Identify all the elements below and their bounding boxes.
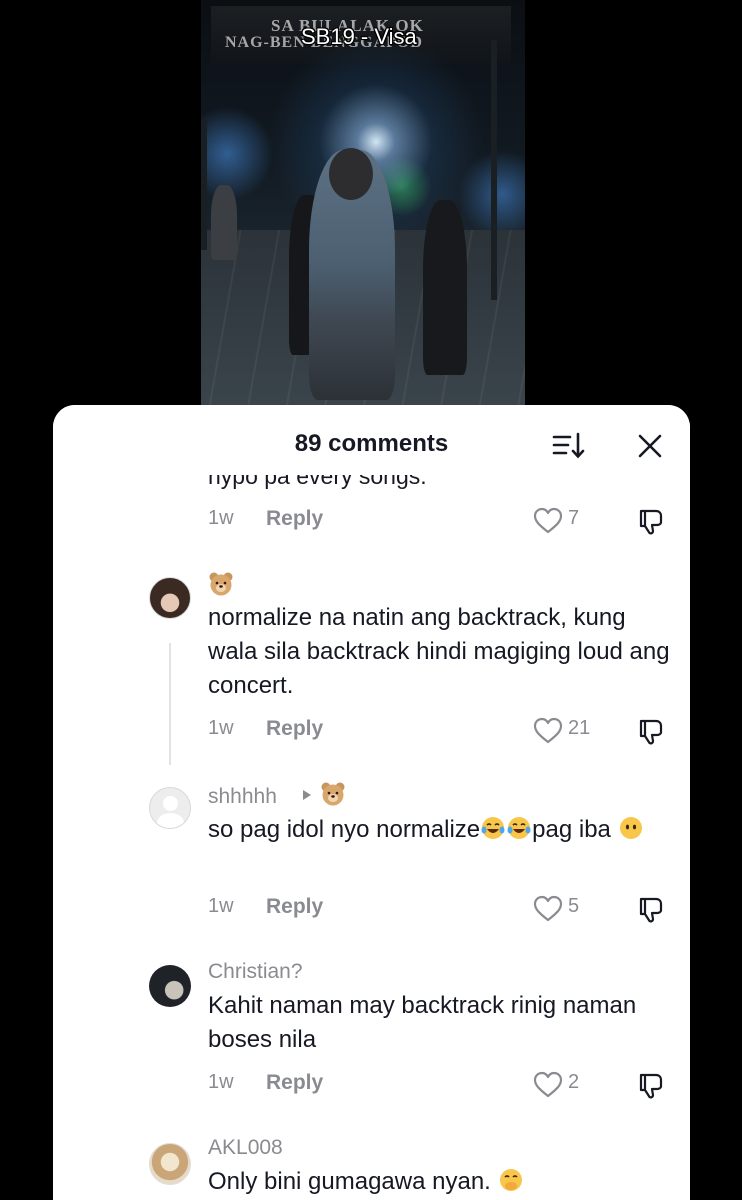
comment-text-part: pag iba xyxy=(532,816,611,843)
comments-count-title: 89 comments xyxy=(294,430,449,457)
heart-icon[interactable] xyxy=(533,1071,563,1099)
dancer-figure xyxy=(423,200,467,375)
sort-icon[interactable] xyxy=(551,431,587,461)
reply-arrow-icon xyxy=(301,788,313,802)
no-mouth-face-icon xyxy=(618,815,644,841)
bear-face-icon xyxy=(208,571,234,597)
comment-actions: 1w Reply 5 xyxy=(53,895,690,925)
comment-time: 1w xyxy=(208,1071,234,1093)
like-count: 2 xyxy=(568,1071,580,1093)
reply-button[interactable]: Reply xyxy=(266,717,323,741)
dancer-figure xyxy=(211,185,237,260)
comment-actions: 1w Reply 7 xyxy=(53,507,690,537)
dislike-icon[interactable] xyxy=(636,717,666,747)
dislike-icon[interactable] xyxy=(636,895,666,925)
comments-header: 89 comments xyxy=(53,405,690,475)
avatar[interactable] xyxy=(149,1143,191,1185)
comment-username[interactable]: shhhhh xyxy=(208,785,277,809)
bear-face-icon xyxy=(320,781,346,807)
reply-button[interactable]: Reply xyxy=(266,895,323,919)
comment-text-part: so pag idol nyo normalize xyxy=(208,816,481,843)
comment-actions: 1w Reply 21 xyxy=(53,717,690,747)
like-count: 5 xyxy=(568,895,580,917)
tears-of-joy-icon xyxy=(480,815,506,841)
stage-light-pole xyxy=(491,40,497,300)
hand-over-mouth-face-icon xyxy=(498,1167,524,1193)
reply-button[interactable]: Reply xyxy=(266,507,323,531)
tears-of-joy-icon xyxy=(506,815,532,841)
comment-text: Kahit naman may backtrack rinig naman bo… xyxy=(208,992,637,1053)
dislike-icon[interactable] xyxy=(636,1071,666,1101)
singer-head xyxy=(329,148,373,200)
comment-text: Only bini gumagawa nyan. xyxy=(208,1165,678,1199)
reply-button[interactable]: Reply xyxy=(266,1071,323,1095)
comment-text: so pag idol nyo normalize pag iba xyxy=(208,813,678,847)
like-count: 21 xyxy=(568,717,591,739)
stage-light-pole xyxy=(201,120,207,250)
comment-actions: 1w Reply 2 xyxy=(53,1071,690,1101)
avatar[interactable] xyxy=(149,965,191,1007)
comments-sheet: 89 comments nypo pa every songs. 1w Repl… xyxy=(53,405,690,1200)
avatar[interactable] xyxy=(149,577,191,619)
video-title: SB19 - Visa xyxy=(301,24,417,49)
comment-username[interactable]: Christian? xyxy=(208,960,303,984)
comment-time: 1w xyxy=(208,717,234,739)
dislike-icon[interactable] xyxy=(636,507,666,537)
comment-time: 1w xyxy=(208,507,234,529)
avatar[interactable] xyxy=(149,787,191,829)
comment-text: normalize na natin ang backtrack, kung w… xyxy=(208,604,670,699)
like-count: 7 xyxy=(568,507,580,529)
heart-icon[interactable] xyxy=(533,507,563,535)
heart-icon[interactable] xyxy=(533,717,563,745)
heart-icon[interactable] xyxy=(533,895,563,923)
video-player[interactable]: SA BULALAK OK NAG-BEN BENGGAPOD SB19 - V… xyxy=(201,0,525,405)
comment-text-part: Only bini gumagawa nyan. xyxy=(208,1168,491,1195)
comment-time: 1w xyxy=(208,895,234,917)
comment-username[interactable]: AKL008 xyxy=(208,1136,283,1160)
close-icon[interactable] xyxy=(635,431,665,461)
